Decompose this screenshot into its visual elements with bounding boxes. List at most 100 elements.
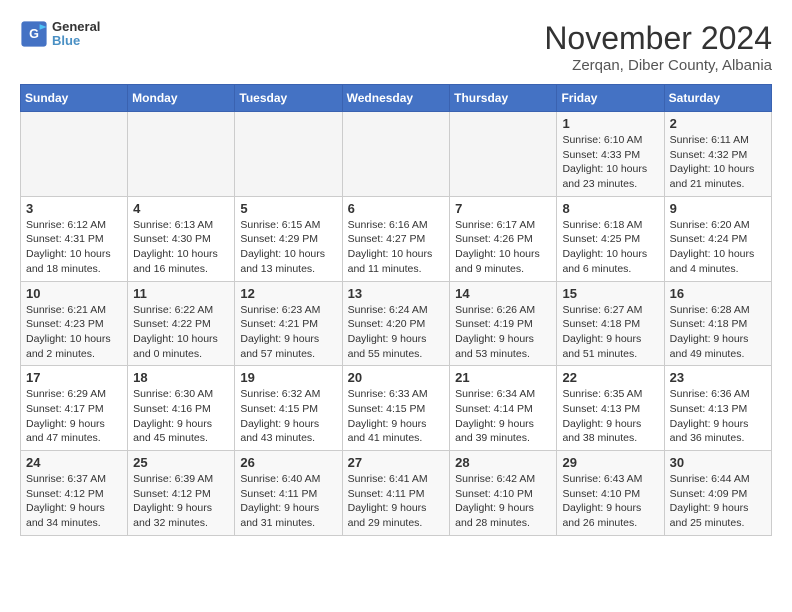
calendar-cell: 6Sunrise: 6:16 AM Sunset: 4:27 PM Daylig… xyxy=(342,196,450,281)
day-info: Sunrise: 6:35 AM Sunset: 4:13 PM Dayligh… xyxy=(562,387,658,446)
day-number: 17 xyxy=(26,370,122,385)
calendar-cell: 13 Sunrise: 6:24 AM Sunset: 4:20 PM Dayli… xyxy=(342,281,450,366)
calendar-cell: 4Sunrise: 6:13 AM Sunset: 4:30 PM Daylig… xyxy=(128,196,235,281)
calendar-cell: 26 Sunrise: 6:40 AM Sunset: 4:11 PM Dayli… xyxy=(235,451,342,536)
day-info: Sunrise: 6:30 AM Sunset: 4:16 PM Dayligh… xyxy=(133,387,229,446)
calendar-cell: 21 Sunrise: 6:34 AM Sunset: 4:14 PM Dayli… xyxy=(450,366,557,451)
calendar-cell: 5 Sunrise: 6:15 AM Sunset: 4:29 PM Daylig… xyxy=(235,196,342,281)
calendar-cell: 1 Sunrise: 6:10 AM Sunset: 4:33 PM Daylig… xyxy=(557,112,664,197)
calendar-cell: 15 Sunrise: 6:27 AM Sunset: 4:18 PM Dayli… xyxy=(557,281,664,366)
day-info: Sunrise: 6:24 AM Sunset: 4:20 PM Dayligh… xyxy=(348,303,445,362)
calendar-cell: 11 Sunrise: 6:22 AM Sunset: 4:22 PM Dayli… xyxy=(128,281,235,366)
calendar-week-1: 3 Sunrise: 6:12 AM Sunset: 4:31 PM Daylig… xyxy=(21,196,772,281)
calendar-week-4: 24 Sunrise: 6:37 AM Sunset: 4:12 PM Dayli… xyxy=(21,451,772,536)
day-info: Sunrise: 6:34 AM Sunset: 4:14 PM Dayligh… xyxy=(455,387,551,446)
calendar-cell: 27 Sunrise: 6:41 AM Sunset: 4:11 PM Dayli… xyxy=(342,451,450,536)
day-number: 5 xyxy=(240,201,336,216)
day-number: 9 xyxy=(670,201,766,216)
calendar-cell: 23 Sunrise: 6:36 AM Sunset: 4:13 PM Dayli… xyxy=(664,366,771,451)
calendar-cell: 14Sunrise: 6:26 AM Sunset: 4:19 PM Dayli… xyxy=(450,281,557,366)
calendar-header: SundayMondayTuesdayWednesdayThursdayFrid… xyxy=(21,85,772,112)
day-info: Sunrise: 6:32 AM Sunset: 4:15 PM Dayligh… xyxy=(240,387,336,446)
day-info: Sunrise: 6:11 AM Sunset: 4:32 PM Dayligh… xyxy=(670,133,766,192)
day-info: Sunrise: 6:22 AM Sunset: 4:22 PM Dayligh… xyxy=(133,303,229,362)
day-info: Sunrise: 6:37 AM Sunset: 4:12 PM Dayligh… xyxy=(26,472,122,531)
day-number: 2 xyxy=(670,116,766,131)
weekday-header-saturday: Saturday xyxy=(664,85,771,112)
day-info: Sunrise: 6:17 AM Sunset: 4:26 PM Dayligh… xyxy=(455,218,551,277)
day-info: Sunrise: 6:15 AM Sunset: 4:29 PM Dayligh… xyxy=(240,218,336,277)
calendar-week-0: 1 Sunrise: 6:10 AM Sunset: 4:33 PM Daylig… xyxy=(21,112,772,197)
calendar-cell: 29 Sunrise: 6:43 AM Sunset: 4:10 PM Dayli… xyxy=(557,451,664,536)
weekday-header-tuesday: Tuesday xyxy=(235,85,342,112)
day-info: Sunrise: 6:43 AM Sunset: 4:10 PM Dayligh… xyxy=(562,472,658,531)
day-info: Sunrise: 6:42 AM Sunset: 4:10 PM Dayligh… xyxy=(455,472,551,531)
calendar-cell: 24 Sunrise: 6:37 AM Sunset: 4:12 PM Dayli… xyxy=(21,451,128,536)
calendar-cell: 10 Sunrise: 6:21 AM Sunset: 4:23 PM Dayli… xyxy=(21,281,128,366)
calendar-cell: 12 Sunrise: 6:23 AM Sunset: 4:21 PM Dayli… xyxy=(235,281,342,366)
day-info: Sunrise: 6:41 AM Sunset: 4:11 PM Dayligh… xyxy=(348,472,445,531)
svg-text:G: G xyxy=(29,27,39,41)
day-number: 28 xyxy=(455,455,551,470)
day-info: Sunrise: 6:44 AM Sunset: 4:09 PM Dayligh… xyxy=(670,472,766,531)
day-number: 27 xyxy=(348,455,445,470)
day-info: Sunrise: 6:23 AM Sunset: 4:21 PM Dayligh… xyxy=(240,303,336,362)
weekday-header-wednesday: Wednesday xyxy=(342,85,450,112)
calendar-cell: 7 Sunrise: 6:17 AM Sunset: 4:26 PM Daylig… xyxy=(450,196,557,281)
calendar-table: SundayMondayTuesdayWednesdayThursdayFrid… xyxy=(20,84,772,536)
day-info: Sunrise: 6:27 AM Sunset: 4:18 PM Dayligh… xyxy=(562,303,658,362)
day-number: 19 xyxy=(240,370,336,385)
calendar-cell: 18Sunrise: 6:30 AM Sunset: 4:16 PM Dayli… xyxy=(128,366,235,451)
page-title: November 2024 xyxy=(544,20,772,57)
day-number: 13 xyxy=(348,286,445,301)
logo-line1: General xyxy=(52,20,100,34)
calendar-cell: 25Sunrise: 6:39 AM Sunset: 4:12 PM Dayli… xyxy=(128,451,235,536)
day-number: 7 xyxy=(455,201,551,216)
weekday-header-row: SundayMondayTuesdayWednesdayThursdayFrid… xyxy=(21,85,772,112)
day-number: 4 xyxy=(133,201,229,216)
logo: G General Blue xyxy=(20,20,100,49)
day-number: 16 xyxy=(670,286,766,301)
day-info: Sunrise: 6:20 AM Sunset: 4:24 PM Dayligh… xyxy=(670,218,766,277)
day-info: Sunrise: 6:28 AM Sunset: 4:18 PM Dayligh… xyxy=(670,303,766,362)
calendar-week-2: 10 Sunrise: 6:21 AM Sunset: 4:23 PM Dayli… xyxy=(21,281,772,366)
day-info: Sunrise: 6:36 AM Sunset: 4:13 PM Dayligh… xyxy=(670,387,766,446)
day-number: 15 xyxy=(562,286,658,301)
day-number: 10 xyxy=(26,286,122,301)
weekday-header-thursday: Thursday xyxy=(450,85,557,112)
calendar-cell: 9 Sunrise: 6:20 AM Sunset: 4:24 PM Daylig… xyxy=(664,196,771,281)
day-number: 24 xyxy=(26,455,122,470)
day-info: Sunrise: 6:12 AM Sunset: 4:31 PM Dayligh… xyxy=(26,218,122,277)
page-header: G General Blue November 2024 Zerqan, Dib… xyxy=(20,20,772,74)
calendar-cell xyxy=(342,112,450,197)
day-info: Sunrise: 6:21 AM Sunset: 4:23 PM Dayligh… xyxy=(26,303,122,362)
weekday-header-friday: Friday xyxy=(557,85,664,112)
calendar-cell: 20Sunrise: 6:33 AM Sunset: 4:15 PM Dayli… xyxy=(342,366,450,451)
day-number: 21 xyxy=(455,370,551,385)
calendar-cell: 22Sunrise: 6:35 AM Sunset: 4:13 PM Dayli… xyxy=(557,366,664,451)
day-info: Sunrise: 6:16 AM Sunset: 4:27 PM Dayligh… xyxy=(348,218,445,277)
day-number: 29 xyxy=(562,455,658,470)
calendar-cell: 3 Sunrise: 6:12 AM Sunset: 4:31 PM Daylig… xyxy=(21,196,128,281)
day-info: Sunrise: 6:33 AM Sunset: 4:15 PM Dayligh… xyxy=(348,387,445,446)
day-number: 23 xyxy=(670,370,766,385)
day-number: 3 xyxy=(26,201,122,216)
day-number: 26 xyxy=(240,455,336,470)
day-info: Sunrise: 6:10 AM Sunset: 4:33 PM Dayligh… xyxy=(562,133,658,192)
calendar-cell: 19 Sunrise: 6:32 AM Sunset: 4:15 PM Dayli… xyxy=(235,366,342,451)
logo-text: General Blue xyxy=(52,20,100,49)
day-info: Sunrise: 6:39 AM Sunset: 4:12 PM Dayligh… xyxy=(133,472,229,531)
calendar-cell: 17 Sunrise: 6:29 AM Sunset: 4:17 PM Dayli… xyxy=(21,366,128,451)
calendar-cell xyxy=(128,112,235,197)
weekday-header-sunday: Sunday xyxy=(21,85,128,112)
day-info: Sunrise: 6:40 AM Sunset: 4:11 PM Dayligh… xyxy=(240,472,336,531)
day-info: Sunrise: 6:29 AM Sunset: 4:17 PM Dayligh… xyxy=(26,387,122,446)
page-subtitle: Zerqan, Diber County, Albania xyxy=(544,57,772,74)
day-number: 12 xyxy=(240,286,336,301)
logo-icon: G xyxy=(20,20,48,48)
calendar-cell: 16 Sunrise: 6:28 AM Sunset: 4:18 PM Dayli… xyxy=(664,281,771,366)
calendar-week-3: 17 Sunrise: 6:29 AM Sunset: 4:17 PM Dayli… xyxy=(21,366,772,451)
day-number: 8 xyxy=(562,201,658,216)
day-number: 1 xyxy=(562,116,658,131)
day-number: 11 xyxy=(133,286,229,301)
